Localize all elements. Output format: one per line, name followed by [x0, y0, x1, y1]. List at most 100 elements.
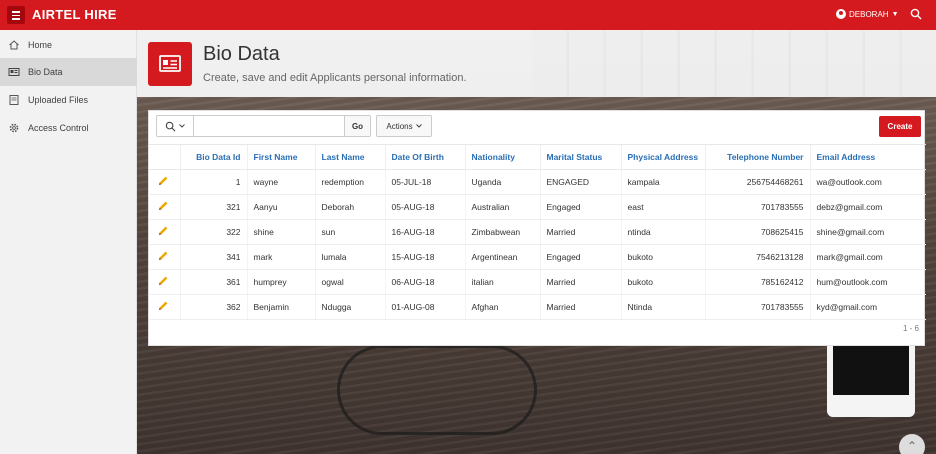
report-card: Go Actions Create Bio Data Id First Name…: [148, 110, 926, 346]
table-row: 361 humprey ogwal 06-AUG-18 italian Married bu…: [149, 269, 926, 295]
cell-bio-data-id: 362: [179, 294, 247, 320]
search-column-selector[interactable]: [157, 116, 194, 136]
cell-bio-data-id: 361: [179, 269, 247, 295]
page-subtitle: Create, save and edit Applicants persona…: [203, 72, 467, 84]
edit-cell: [149, 219, 180, 245]
file-icon: [9, 95, 19, 105]
pencil-icon[interactable]: [157, 225, 169, 237]
cell-marital-status: Married: [539, 269, 621, 295]
edit-cell: [149, 269, 180, 295]
search-icon: [165, 121, 176, 131]
cell-last-name: Deborah: [314, 194, 385, 220]
sidebar-item-label: Access Control: [28, 123, 89, 133]
main-content: ⌃ Bio Data Create, save and edit Applica…: [137, 30, 936, 454]
hero-region: Bio Data Create, save and edit Applicant…: [137, 30, 936, 97]
cell-telephone-number: 7546213128: [704, 244, 810, 270]
cell-marital-status: ENGAGED: [539, 169, 621, 195]
sidebar-item-label: Bio Data: [28, 67, 63, 77]
edit-cell: [149, 169, 180, 195]
create-button[interactable]: Create: [879, 116, 921, 137]
column-header-telephone-number[interactable]: Telephone Number: [704, 144, 810, 170]
cell-bio-data-id: 1: [179, 169, 247, 195]
bio-data-table: Bio Data Id First Name Last Name Date Of…: [149, 144, 926, 320]
sidebar-item-label: Home: [28, 40, 53, 50]
edit-cell: [149, 294, 180, 320]
pencil-icon[interactable]: [157, 175, 169, 187]
cell-telephone-number: 708625415: [704, 219, 810, 245]
sidebar-item-uploaded-files[interactable]: Uploaded Files: [0, 86, 137, 114]
cell-last-name: Ndugga: [314, 294, 385, 320]
search-icon[interactable]: [910, 8, 922, 20]
cell-nationality: Uganda: [464, 169, 540, 195]
chevron-down-icon: ▼: [891, 10, 899, 18]
search-input[interactable]: [194, 116, 344, 136]
cell-first-name: shine: [246, 219, 315, 245]
gear-icon: [9, 123, 19, 133]
sidebar-item-bio-data[interactable]: Bio Data: [0, 58, 137, 86]
go-button[interactable]: Go: [344, 116, 370, 136]
table-row: 1 wayne redemption 05-JUL-18 Uganda ENGAGED ka…: [149, 169, 926, 195]
cell-email-address: hum@outlook.com: [809, 269, 926, 295]
user-icon: [836, 9, 846, 19]
cell-email-address: shine@gmail.com: [809, 219, 926, 245]
sidebar-item-home[interactable]: Home: [0, 31, 137, 59]
pencil-icon[interactable]: [157, 300, 169, 312]
cell-marital-status: Married: [539, 294, 621, 320]
pencil-icon[interactable]: [157, 275, 169, 287]
pencil-icon[interactable]: [157, 200, 169, 212]
cell-first-name: wayne: [246, 169, 315, 195]
column-header-physical-address[interactable]: Physical Address: [620, 144, 705, 170]
pencil-icon[interactable]: [157, 250, 169, 262]
cell-first-name: humprey: [246, 269, 315, 295]
sidebar-item-label: Uploaded Files: [28, 95, 89, 105]
cell-last-name: redemption: [314, 169, 385, 195]
pagination-label: 1 - 6: [902, 324, 919, 333]
edit-cell: [149, 244, 180, 270]
cell-first-name: Benjamin: [246, 294, 315, 320]
sidebar-item-access-control[interactable]: Access Control: [0, 114, 137, 142]
cell-nationality: Australian: [464, 194, 540, 220]
scroll-to-top-button[interactable]: ⌃: [899, 434, 925, 454]
cell-date-of-birth: 05-AUG-18: [384, 194, 465, 220]
cell-date-of-birth: 06-AUG-18: [384, 269, 465, 295]
cell-bio-data-id: 322: [179, 219, 247, 245]
column-header-bio-data-id[interactable]: Bio Data Id: [179, 144, 247, 170]
cell-email-address: kyd@gmail.com: [809, 294, 926, 320]
column-header-date-of-birth[interactable]: Date Of Birth: [384, 144, 465, 170]
search-group: Go: [156, 115, 371, 137]
cell-telephone-number: 701783555: [704, 294, 810, 320]
chevron-down-icon: [415, 124, 422, 128]
cell-marital-status: Married: [539, 219, 621, 245]
app-title[interactable]: AIRTEL HIRE: [32, 7, 117, 22]
sidebar: Home Bio Data Uploaded Files Access Cont…: [0, 30, 137, 454]
id-card-icon: [8, 68, 20, 76]
column-header-first-name[interactable]: First Name: [246, 144, 315, 170]
user-menu[interactable]: DEBORAH ▼: [836, 9, 899, 19]
cell-physical-address: kampala: [620, 169, 705, 195]
home-icon: [9, 40, 19, 50]
table-row: 341 mark lumala 15-AUG-18 Argentinean Engaged…: [149, 244, 926, 270]
background-glasses: [337, 345, 537, 435]
cell-first-name: Aanyu: [246, 194, 315, 220]
edit-column-header: [149, 144, 180, 170]
cell-email-address: wa@outlook.com: [809, 169, 926, 195]
column-header-marital-status[interactable]: Marital Status: [539, 144, 621, 170]
actions-menu-button[interactable]: Actions: [376, 115, 432, 137]
cell-email-address: debz@gmail.com: [809, 194, 926, 220]
cell-marital-status: Engaged: [539, 194, 621, 220]
cell-nationality: Afghan: [464, 294, 540, 320]
column-header-nationality[interactable]: Nationality: [464, 144, 540, 170]
cell-physical-address: Ntinda: [620, 294, 705, 320]
cell-nationality: italian: [464, 269, 540, 295]
cell-telephone-number: 785162412: [704, 269, 810, 295]
table-header-row: Bio Data Id First Name Last Name Date Of…: [149, 144, 926, 170]
cell-physical-address: bukoto: [620, 269, 705, 295]
table-row: 322 shine sun 16-AUG-18 Zimbabwean Married nti…: [149, 219, 926, 245]
column-header-last-name[interactable]: Last Name: [314, 144, 385, 170]
column-header-email-address[interactable]: Email Address: [809, 144, 926, 170]
menu-button[interactable]: [7, 6, 25, 24]
cell-date-of-birth: 15-AUG-18: [384, 244, 465, 270]
table-row: 321 Aanyu Deborah 05-AUG-18 Australian Engage…: [149, 194, 926, 220]
page-title: Bio Data: [203, 43, 280, 65]
cell-date-of-birth: 01-AUG-08: [384, 294, 465, 320]
